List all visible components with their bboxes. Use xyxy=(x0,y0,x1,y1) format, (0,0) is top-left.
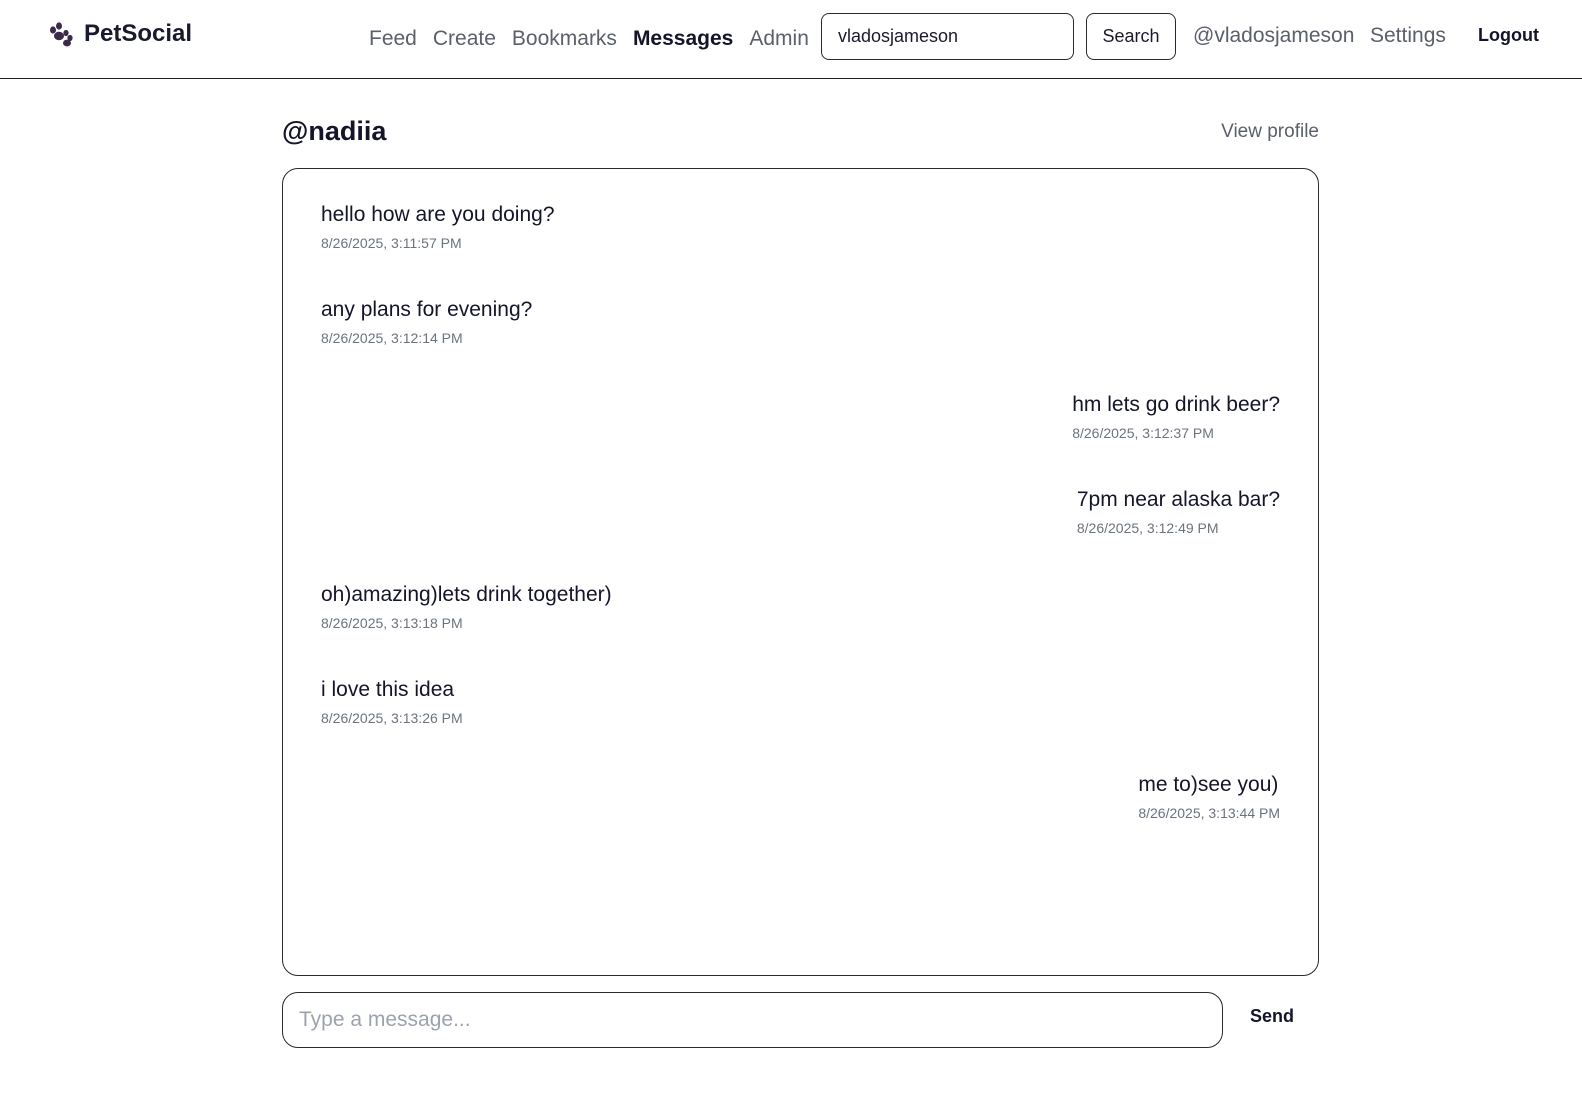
brand[interactable]: PetSocial xyxy=(48,20,192,48)
message-item: hm lets go drink beer? 8/26/2025, 3:12:3… xyxy=(321,389,1280,452)
top-navigation-bar: PetSocial Feed Create Bookmarks Messages… xyxy=(0,0,1582,79)
view-profile-link[interactable]: View profile xyxy=(1221,121,1319,143)
message-item: i love this idea 8/26/2025, 3:13:26 PM xyxy=(321,674,1280,737)
main-nav: Feed Create Bookmarks Messages Admin xyxy=(369,0,825,78)
message-timestamp: 8/26/2025, 3:12:37 PM xyxy=(1072,425,1214,441)
message-timestamp: 8/26/2025, 3:12:49 PM xyxy=(1076,520,1219,536)
message-text: me to)see you) xyxy=(1138,773,1279,796)
message-text: any plans for evening? xyxy=(321,298,533,321)
message-thread[interactable]: hello how are you doing? 8/26/2025, 3:11… xyxy=(282,168,1319,976)
message-item: 7pm near alaska bar? 8/26/2025, 3:12:49 … xyxy=(321,484,1280,547)
message-text: hello how are you doing? xyxy=(321,203,555,226)
message-timestamp: 8/26/2025, 3:13:18 PM xyxy=(321,615,463,631)
message-item: me to)see you) 8/26/2025, 3:13:44 PM xyxy=(321,769,1280,832)
conversation-title: @nadiia xyxy=(282,116,387,146)
message-text: i love this idea xyxy=(321,678,455,701)
message-input[interactable] xyxy=(282,992,1223,1048)
nav-item-messages[interactable]: Messages xyxy=(633,27,733,51)
message-text: hm lets go drink beer? xyxy=(1072,393,1280,416)
settings-link[interactable]: Settings xyxy=(1370,24,1446,48)
message-timestamp: 8/26/2025, 3:13:26 PM xyxy=(321,710,463,726)
message-timestamp: 8/26/2025, 3:11:57 PM xyxy=(321,235,462,251)
message-item: any plans for evening? 8/26/2025, 3:12:1… xyxy=(321,294,1280,357)
paw-icon xyxy=(50,22,73,47)
nav-item-admin[interactable]: Admin xyxy=(749,27,809,51)
message-text: 7pm near alaska bar? xyxy=(1076,488,1280,511)
send-button[interactable]: Send xyxy=(1240,1006,1304,1027)
message-item: hello how are you doing? 8/26/2025, 3:11… xyxy=(321,199,1280,262)
message-text: oh)amazing)lets drink together) xyxy=(321,583,612,606)
message-timestamp: 8/26/2025, 3:12:14 PM xyxy=(321,330,463,346)
search-input[interactable] xyxy=(821,13,1074,60)
search-button[interactable]: Search xyxy=(1086,13,1176,60)
nav-item-bookmarks[interactable]: Bookmarks xyxy=(512,27,617,51)
message-item: oh)amazing)lets drink together) 8/26/202… xyxy=(321,579,1280,642)
nav-item-create[interactable]: Create xyxy=(433,27,496,51)
message-timestamp: 8/26/2025, 3:13:44 PM xyxy=(1138,805,1280,821)
nav-item-feed[interactable]: Feed xyxy=(369,27,417,51)
brand-name: PetSocial xyxy=(84,20,193,47)
user-profile-link[interactable]: @vladosjameson xyxy=(1193,24,1354,48)
logout-button[interactable]: Logout xyxy=(1478,25,1539,46)
